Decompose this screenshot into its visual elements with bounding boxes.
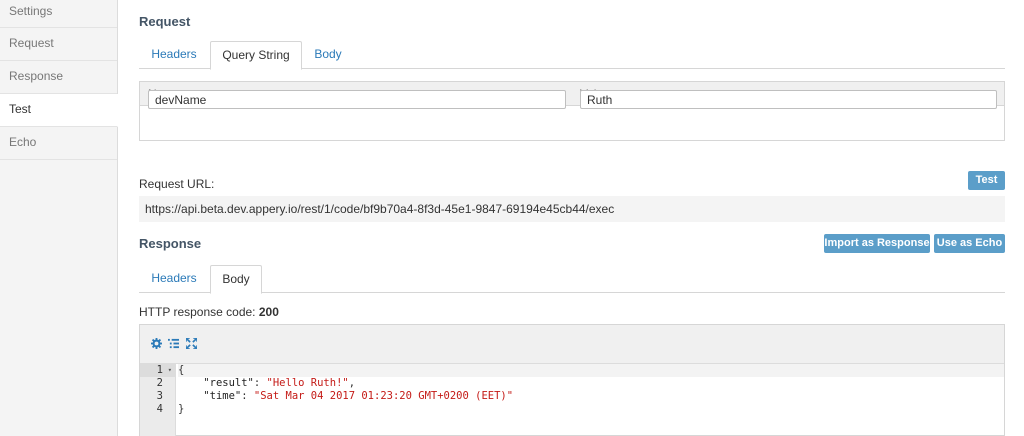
sidebar-item-echo[interactable]: Echo bbox=[0, 127, 117, 160]
sidebar-item-request[interactable]: Request bbox=[0, 28, 117, 61]
fold-arrow-icon[interactable]: ▾ bbox=[168, 364, 172, 377]
code-line: { bbox=[178, 364, 1004, 377]
param-name-input[interactable] bbox=[148, 90, 566, 109]
sidebar: Settings Request Response Test Echo bbox=[0, 0, 118, 436]
request-url: https://api.beta.dev.appery.io/rest/1/co… bbox=[139, 196, 1005, 222]
editor-code[interactable]: { "result": "Hello Ruth!", "time": "Sat … bbox=[178, 364, 1004, 436]
gear-icon[interactable] bbox=[150, 338, 162, 350]
editor-gutter: 1 ▾ 2 3 4 bbox=[140, 364, 176, 436]
test-button[interactable]: Test bbox=[968, 171, 1005, 190]
tab-response-headers[interactable]: Headers bbox=[139, 265, 209, 293]
line-number: 4 bbox=[156, 403, 163, 415]
use-as-echo-button[interactable]: Use as Echo bbox=[934, 234, 1005, 253]
tree-view-icon[interactable] bbox=[167, 338, 179, 350]
json-key-result: "result" bbox=[203, 377, 254, 389]
response-code-value: 200 bbox=[258, 305, 279, 319]
editor-toolbar bbox=[140, 325, 1004, 364]
json-value-time: "Sat Mar 04 2017 01:23:20 GMT+0200 (EET)… bbox=[253, 390, 514, 402]
code-line: } bbox=[178, 403, 185, 415]
code-line: "result": "Hello Ruth!", bbox=[203, 377, 356, 389]
line-number: 1 ▾ bbox=[140, 364, 175, 377]
response-title: Response bbox=[139, 236, 202, 251]
sidebar-item-response[interactable]: Response bbox=[0, 61, 117, 94]
sidebar-item-test[interactable]: Test bbox=[0, 94, 118, 127]
tab-request-query-string[interactable]: Query String bbox=[210, 41, 302, 70]
sidebar-item-settings[interactable]: Settings bbox=[0, 0, 117, 28]
response-code-label: HTTP response code: bbox=[139, 305, 256, 319]
response-body-editor[interactable]: 1 ▾ 2 3 4 { "result": "Hello Ruth!", "tim… bbox=[139, 324, 1005, 436]
tab-request-body[interactable]: Body bbox=[303, 41, 353, 69]
main-panel: Request Headers Query String Body Name V… bbox=[139, 0, 1005, 436]
query-params-table: Name Value bbox=[139, 81, 1005, 141]
json-value-result: "Hello Ruth!" bbox=[266, 377, 349, 389]
request-url-label: Request URL: bbox=[139, 177, 215, 191]
http-response-code: HTTP response code: 200 bbox=[139, 305, 279, 319]
request-tabs: Headers Query String Body bbox=[139, 41, 1005, 70]
request-title: Request bbox=[139, 14, 191, 29]
tab-request-headers[interactable]: Headers bbox=[139, 41, 209, 69]
tab-response-body[interactable]: Body bbox=[210, 265, 262, 294]
import-as-response-button[interactable]: Import as Response bbox=[824, 234, 930, 253]
code-line: "time": "Sat Mar 04 2017 01:23:20 GMT+02… bbox=[203, 390, 514, 402]
line-number: 2 bbox=[156, 377, 163, 389]
response-tabs: Headers Body bbox=[139, 265, 1005, 294]
json-key-time: "time" bbox=[203, 390, 242, 402]
param-value-input[interactable] bbox=[580, 90, 997, 109]
line-number: 3 bbox=[156, 390, 163, 402]
fullscreen-icon[interactable] bbox=[184, 337, 198, 350]
